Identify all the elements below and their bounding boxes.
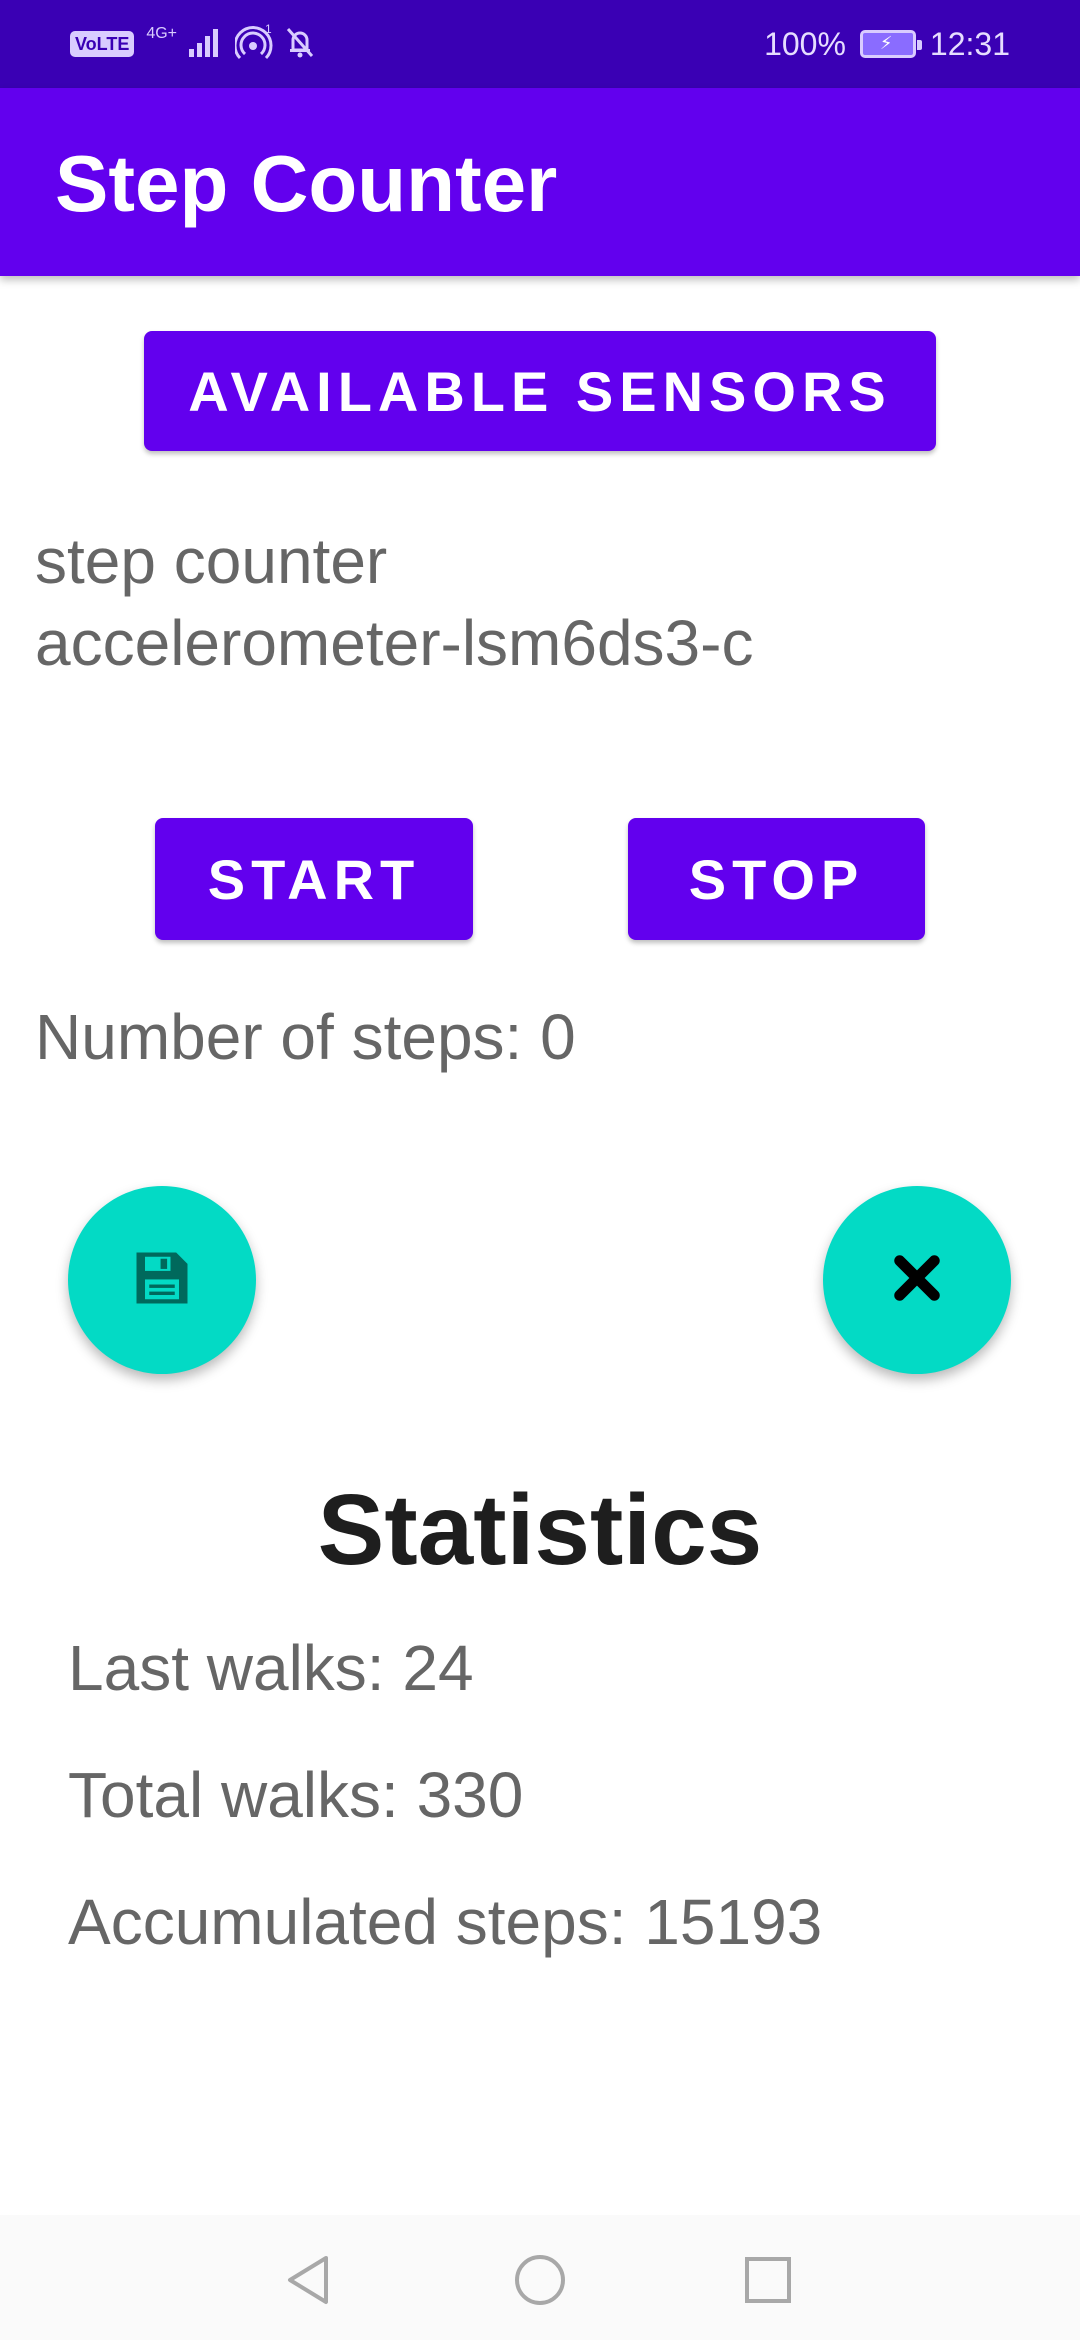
status-left-icons: VoLTE 4G+ 1 bbox=[70, 22, 315, 66]
clock: 12:31 bbox=[929, 25, 1010, 62]
sensor-item: step counter bbox=[35, 525, 388, 597]
recent-apps-button[interactable] bbox=[738, 2250, 798, 2310]
volte-badge: VoLTE bbox=[70, 31, 135, 57]
screen: VoLTE 4G+ 1 100% ⚡ 12:31 Step Counter AV… bbox=[0, 0, 1080, 2340]
steps-count-text: Number of steps: 0 bbox=[35, 1001, 576, 1073]
save-fab[interactable] bbox=[68, 1186, 256, 1374]
navigation-bar bbox=[0, 2215, 1080, 2340]
network-type: 4G+ bbox=[146, 25, 178, 42]
home-icon bbox=[515, 2255, 565, 2305]
app-bar: Step Counter bbox=[0, 88, 1080, 276]
last-walks-stat: Last walks: 24 bbox=[68, 1632, 474, 1704]
sensor-list: step counter accelerometer-lsm6ds3-c bbox=[35, 520, 753, 684]
available-sensors-button[interactable]: AVAILABLE SENSORS bbox=[144, 331, 936, 451]
hotspot-icon: 1 bbox=[233, 22, 273, 65]
start-button[interactable]: START bbox=[155, 818, 473, 940]
status-right-icons: 100% ⚡ 12:31 bbox=[764, 22, 1010, 66]
status-bar: VoLTE 4G+ 1 100% ⚡ 12:31 bbox=[0, 0, 1080, 88]
save-icon bbox=[128, 1244, 196, 1317]
statistics-title: Statistics bbox=[317, 1474, 763, 1586]
battery-icon: ⚡ bbox=[859, 30, 922, 58]
close-icon bbox=[891, 1252, 943, 1309]
home-button[interactable] bbox=[510, 2250, 570, 2310]
total-walks-stat: Total walks: 330 bbox=[68, 1759, 524, 1831]
stop-button[interactable]: STOP bbox=[628, 818, 925, 940]
app-title: Step Counter bbox=[55, 139, 558, 228]
battery-percent: 100% bbox=[764, 25, 846, 62]
signal-icon bbox=[189, 27, 223, 62]
back-icon bbox=[288, 2256, 328, 2304]
sensor-item: accelerometer-lsm6ds3-c bbox=[35, 607, 754, 679]
accumulated-steps-stat: Accumulated steps: 15193 bbox=[68, 1886, 823, 1958]
recent-apps-icon bbox=[745, 2257, 791, 2303]
back-button[interactable] bbox=[278, 2250, 338, 2310]
svg-text:1: 1 bbox=[265, 24, 272, 36]
mute-bell-icon bbox=[285, 26, 315, 63]
close-fab[interactable] bbox=[823, 1186, 1011, 1374]
